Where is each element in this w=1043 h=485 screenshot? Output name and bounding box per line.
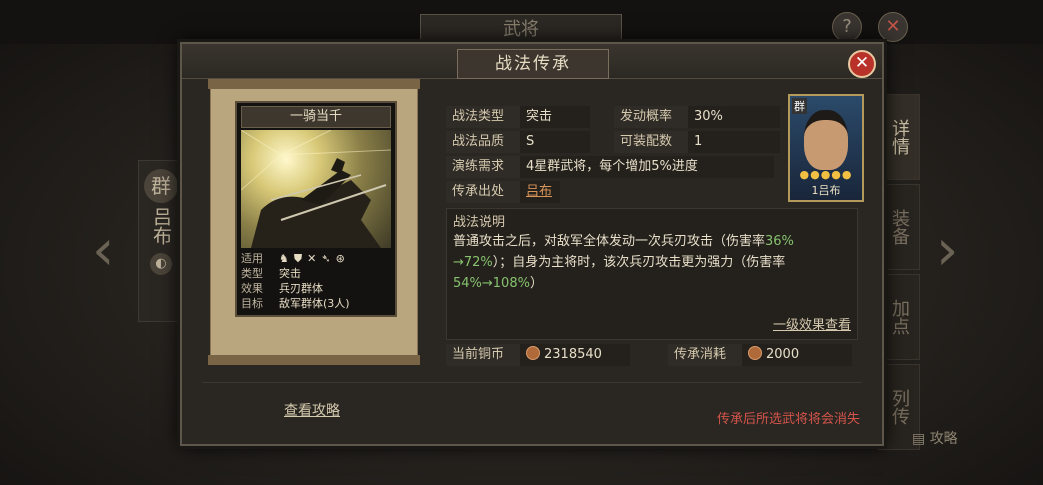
- damage-rate: 36%: [765, 234, 794, 249]
- type-label: 类型: [241, 267, 263, 280]
- desc-segment: 普通攻击之后，对敌军全体发动一次兵刃攻击（伤害率: [453, 234, 766, 249]
- description-title: 战法说明: [453, 215, 506, 230]
- hero-name-vertical: 吕布: [150, 207, 172, 245]
- tab-equipment[interactable]: 装备: [878, 184, 920, 270]
- voice-icon[interactable]: ◐: [150, 253, 172, 275]
- cavalry-charge-illustration: [241, 130, 391, 248]
- modal-title: 战法传承: [457, 49, 609, 79]
- current-coins-value: 2318540: [544, 347, 602, 362]
- shield-icon: ⛊: [293, 252, 303, 265]
- damage-rate-max: →72%: [453, 255, 493, 270]
- copper-coin-icon: [748, 346, 762, 360]
- requirement-label: 演练需求: [446, 156, 520, 178]
- type-value: 突击: [279, 267, 301, 280]
- trigger-rate-value: 30%: [688, 106, 780, 128]
- inherit-warning: 传承后所选武将将会消失: [716, 412, 860, 427]
- cavalry-icon: ♞: [279, 252, 289, 265]
- help-icon[interactable]: ?: [832, 12, 862, 42]
- trigger-rate-label: 发动概率: [614, 106, 688, 128]
- info-row-source: 传承出处 吕布: [446, 181, 560, 203]
- current-coins-row: 当前铜币 2318540: [446, 344, 630, 366]
- siege-icon: ⊛: [335, 252, 345, 265]
- scroll-rod-top: [208, 79, 420, 89]
- description-box: 战法说明 普通攻击之后，对敌军全体发动一次兵刃攻击（伤害率36% →72%）；自…: [446, 208, 858, 340]
- desc-segment: ）: [529, 276, 543, 291]
- divider: [202, 382, 862, 383]
- tab-points[interactable]: 加点: [878, 274, 920, 360]
- tactic-type-label: 战法类型: [446, 106, 520, 128]
- slots-value: 1: [688, 131, 780, 153]
- inherit-cost-row: 传承消耗 2000: [668, 344, 852, 366]
- info-row-type: 战法类型 突击: [446, 106, 590, 128]
- modal-header: 战法传承 ✕: [182, 44, 882, 79]
- copper-coin-icon: [526, 346, 540, 360]
- suit-label: 适用: [241, 252, 263, 265]
- commander-damage-rate: 54%→108%: [453, 276, 530, 291]
- close-button[interactable]: ✕: [848, 50, 876, 78]
- quality-value: S: [520, 131, 590, 153]
- info-row-quality: 战法品质 S: [446, 131, 590, 153]
- portrait-name: 1吕布: [811, 184, 841, 197]
- description-text: 普通攻击之后，对敌军全体发动一次兵刃攻击（伤害率36% →72%）；自身为主将时…: [453, 231, 851, 294]
- inherit-cost-value: 2000: [766, 347, 800, 362]
- hero-face: [804, 110, 848, 170]
- slots-label: 可装配数: [614, 131, 688, 153]
- tab-details[interactable]: 详情: [878, 94, 920, 180]
- star-rating: ●●●●●: [799, 168, 853, 181]
- level-one-effect-link[interactable]: 一级效果查看: [773, 314, 851, 333]
- side-tabs: 详情 装备 加点 列传: [878, 94, 920, 454]
- desc-segment: ）；自身为主将时，该次兵刃攻击更为强力（伤害率: [492, 255, 786, 270]
- source-label: 传承出处: [446, 181, 520, 203]
- bow-icon: ✕: [307, 252, 317, 265]
- strategy-link[interactable]: ▤ 攻略: [912, 428, 958, 448]
- hero-portrait[interactable]: 群 ●●●●● 1吕布: [788, 94, 864, 202]
- tactic-art: [241, 130, 391, 248]
- strategy-link-label: 攻略: [929, 431, 958, 447]
- tactic-card: 一骑当千 适用 ♞ ⛊ ✕ ➴ ⊛ 类型 突击 效果 兵刃群体 目标 敌军群体(…: [235, 101, 397, 317]
- source-hero-link[interactable]: 吕布: [520, 181, 560, 203]
- view-guide-link[interactable]: 查看攻略: [284, 400, 340, 420]
- tactic-name: 一骑当千: [241, 106, 391, 128]
- current-coins-value-box: 2318540: [520, 344, 630, 366]
- effect-label: 效果: [241, 282, 263, 295]
- quality-label: 战法品质: [446, 131, 520, 153]
- current-coins-label: 当前铜币: [446, 344, 520, 366]
- background-close-icon[interactable]: ✕: [878, 12, 908, 42]
- scroll-rod-bottom: [208, 355, 420, 365]
- inherit-cost-label: 传承消耗: [668, 344, 742, 366]
- hero-ribbon: 群 吕布 ◐: [138, 160, 184, 322]
- tactic-type-value: 突击: [520, 106, 590, 128]
- inherit-tactic-modal: 战法传承 ✕ 一骑当千 适用 ♞ ⛊ ✕ ➴ ⊛ 类型 突击 效果 兵刃群体 目…: [180, 42, 884, 446]
- tactic-scroll: 一骑当千 适用 ♞ ⛊ ✕ ➴ ⊛ 类型 突击 效果 兵刃群体 目标 敌军群体(…: [208, 79, 420, 365]
- info-row-slots: 可装配数 1: [614, 131, 780, 153]
- book-icon: ▤: [912, 431, 926, 447]
- next-arrow-icon[interactable]: ›: [936, 218, 958, 283]
- effect-value: 兵刃群体: [279, 282, 323, 295]
- spear-icon: ➴: [321, 252, 331, 265]
- target-value: 敌军群体(3人): [279, 297, 350, 310]
- troop-type-icons: ♞ ⛊ ✕ ➴ ⊛: [279, 251, 350, 266]
- faction-badge: 群: [144, 169, 178, 203]
- requirement-value: 4星群武将，每个增加5%进度: [520, 156, 774, 178]
- tactic-summary: 适用 ♞ ⛊ ✕ ➴ ⊛ 类型 突击 效果 兵刃群体 目标 敌军群体(3人): [241, 251, 391, 311]
- prev-arrow-icon[interactable]: ‹: [92, 218, 114, 283]
- target-label: 目标: [241, 297, 263, 310]
- info-row-rate: 发动概率 30%: [614, 106, 780, 128]
- inherit-cost-value-box: 2000: [742, 344, 852, 366]
- portrait-faction: 群: [792, 98, 807, 114]
- info-row-requirement: 演练需求 4星群武将，每个增加5%进度: [446, 156, 774, 178]
